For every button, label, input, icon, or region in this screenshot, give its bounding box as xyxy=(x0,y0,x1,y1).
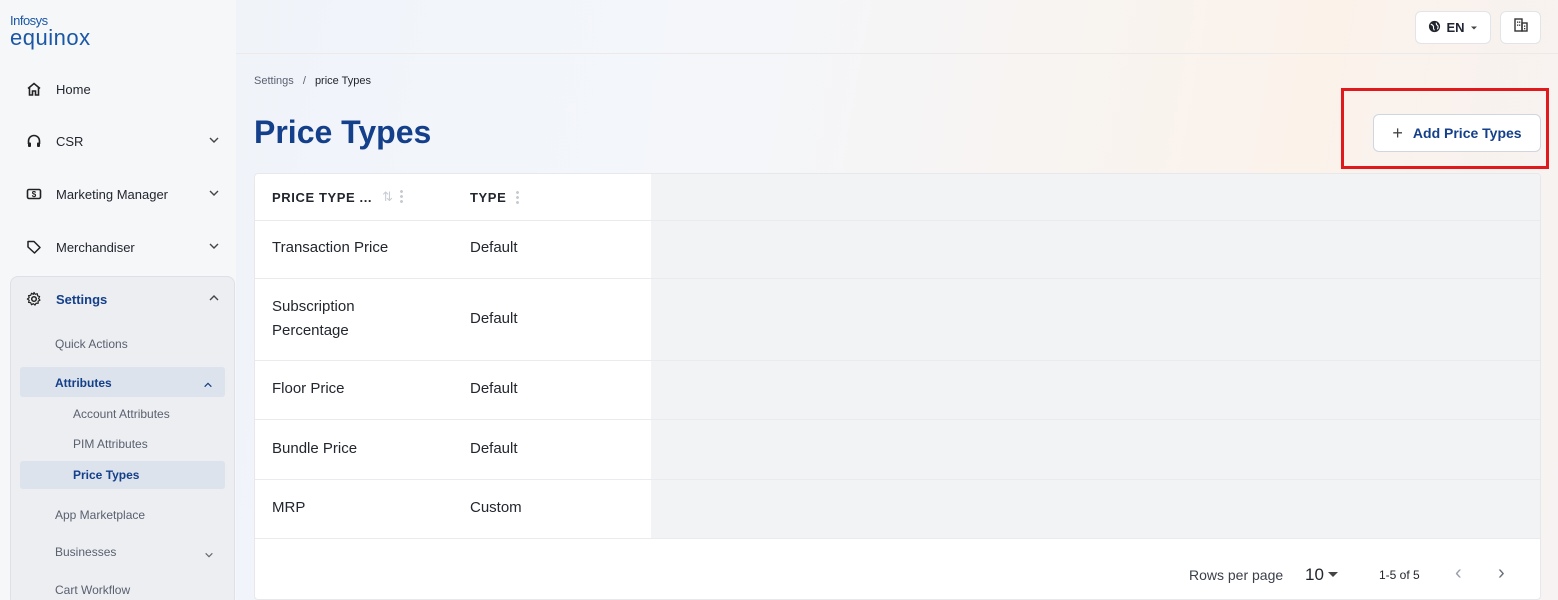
svg-text:$: $ xyxy=(32,190,37,199)
sidebar-item-marketing-manager[interactable]: $ Marketing Manager xyxy=(0,174,236,214)
rows-per-page-select[interactable]: 10 xyxy=(1305,565,1324,585)
column-menu-icon[interactable] xyxy=(399,189,403,203)
chevron-up-icon xyxy=(208,292,220,307)
column-header-price-type-label: PRICE TYPE ... xyxy=(272,189,373,205)
chevron-right-icon[interactable]: › xyxy=(1498,562,1505,585)
price-types-table: PRICE TYPE ... ⇅ TYPE Transaction Price … xyxy=(254,173,1541,600)
rows-per-page-label: Rows per page xyxy=(1189,567,1284,583)
sidebar-item-cart-workflow[interactable]: Cart Workflow xyxy=(55,583,130,597)
page-title: Price Types xyxy=(254,114,432,150)
sidebar-item-businesses[interactable]: Businesses xyxy=(55,545,116,559)
building-icon xyxy=(1513,17,1529,38)
cell-price-type: Subscription Percentage xyxy=(272,298,355,339)
row-divider xyxy=(255,479,1540,480)
cell-type: Default xyxy=(470,239,518,256)
cell-price-type: Bundle Price xyxy=(272,440,358,457)
tag-icon xyxy=(24,237,44,257)
cell-type: Default xyxy=(470,440,518,457)
column-menu-icon[interactable] xyxy=(516,190,520,204)
sidebar-label-csr: CSR xyxy=(56,133,84,149)
cell-type: Default xyxy=(470,380,518,397)
cell-price-type: Transaction Price xyxy=(272,239,389,256)
caret-down-icon xyxy=(1470,20,1478,35)
sidebar-item-quick-actions[interactable]: Quick Actions xyxy=(55,337,128,351)
globe-icon xyxy=(1428,20,1441,36)
cell-type: Default xyxy=(470,310,518,327)
breadcrumb-separator: / xyxy=(302,75,306,87)
sort-icon[interactable]: ⇅ xyxy=(382,189,394,205)
logo-main-text: equinox xyxy=(10,25,91,50)
topbar-divider xyxy=(236,53,1558,54)
chevron-down-icon xyxy=(208,134,220,149)
chevron-up-icon xyxy=(203,377,213,395)
chevron-down-icon xyxy=(208,187,220,202)
column-header-type-label: TYPE xyxy=(470,189,507,205)
sidebar-label-home: Home xyxy=(56,81,91,97)
sidebar-item-merchandiser[interactable]: Merchandiser xyxy=(0,227,236,267)
sidebar-item-pim-attributes[interactable]: PIM Attributes xyxy=(73,437,148,451)
organization-button[interactable] xyxy=(1500,11,1541,44)
pagination-range: 1-5 of 5 xyxy=(1379,568,1420,582)
dollar-card-icon: $ xyxy=(24,184,44,204)
chevron-down-icon xyxy=(204,547,214,565)
sidebar-label-settings: Settings xyxy=(56,291,108,307)
infosys-equinox-logo[interactable]: Infosys equinox xyxy=(10,14,91,49)
header-divider xyxy=(255,220,1540,221)
sidebar-item-account-attributes[interactable]: Account Attributes xyxy=(73,407,170,421)
column-header-type[interactable]: TYPE xyxy=(470,174,520,220)
sidebar-item-app-marketplace[interactable]: App Marketplace xyxy=(55,508,145,522)
column-header-price-type[interactable]: PRICE TYPE ... ⇅ xyxy=(272,174,403,220)
row-divider xyxy=(255,419,1540,420)
gear-icon xyxy=(24,289,44,309)
sidebar-item-attributes[interactable] xyxy=(20,367,225,397)
chevron-down-icon xyxy=(208,240,220,255)
pagination-bar: Rows per page 10 1-5 of 5 ‹ › xyxy=(255,538,1540,599)
sidebar-item-settings[interactable]: Settings xyxy=(0,279,236,319)
breadcrumb-current: price Types xyxy=(314,75,371,87)
breadcrumb: Settings / price Types xyxy=(254,75,371,87)
sidebar-item-csr[interactable]: CSR xyxy=(0,121,236,161)
language-label: EN xyxy=(1446,20,1465,35)
plus-icon: + xyxy=(1392,122,1403,143)
sidebar-item-home[interactable]: Home xyxy=(0,69,236,109)
headset-icon xyxy=(24,131,44,151)
sidebar-label-merchandiser: Merchandiser xyxy=(56,239,135,255)
cell-type: Custom xyxy=(470,499,522,516)
sidebar-label-price-types: Price Types xyxy=(73,468,140,482)
add-price-types-label: Add Price Types xyxy=(1412,125,1522,141)
home-icon xyxy=(24,79,44,99)
sidebar-label-marketing: Marketing Manager xyxy=(56,186,168,202)
table-empty-area xyxy=(651,174,1540,538)
language-selector[interactable]: EN xyxy=(1415,11,1491,44)
breadcrumb-settings-link[interactable]: Settings xyxy=(254,75,294,87)
sidebar-label-attributes: Attributes xyxy=(55,376,112,390)
row-divider xyxy=(255,360,1540,361)
sidebar: Infosys equinox Home CSR $ Marketing Man… xyxy=(0,0,236,600)
chevron-left-icon[interactable]: ‹ xyxy=(1455,562,1462,585)
add-price-types-button[interactable]: + Add Price Types xyxy=(1373,114,1541,152)
cell-price-type: MRP xyxy=(272,499,306,516)
row-divider xyxy=(255,278,1540,279)
caret-down-icon[interactable] xyxy=(1328,572,1338,577)
cell-price-type: Floor Price xyxy=(272,380,345,397)
